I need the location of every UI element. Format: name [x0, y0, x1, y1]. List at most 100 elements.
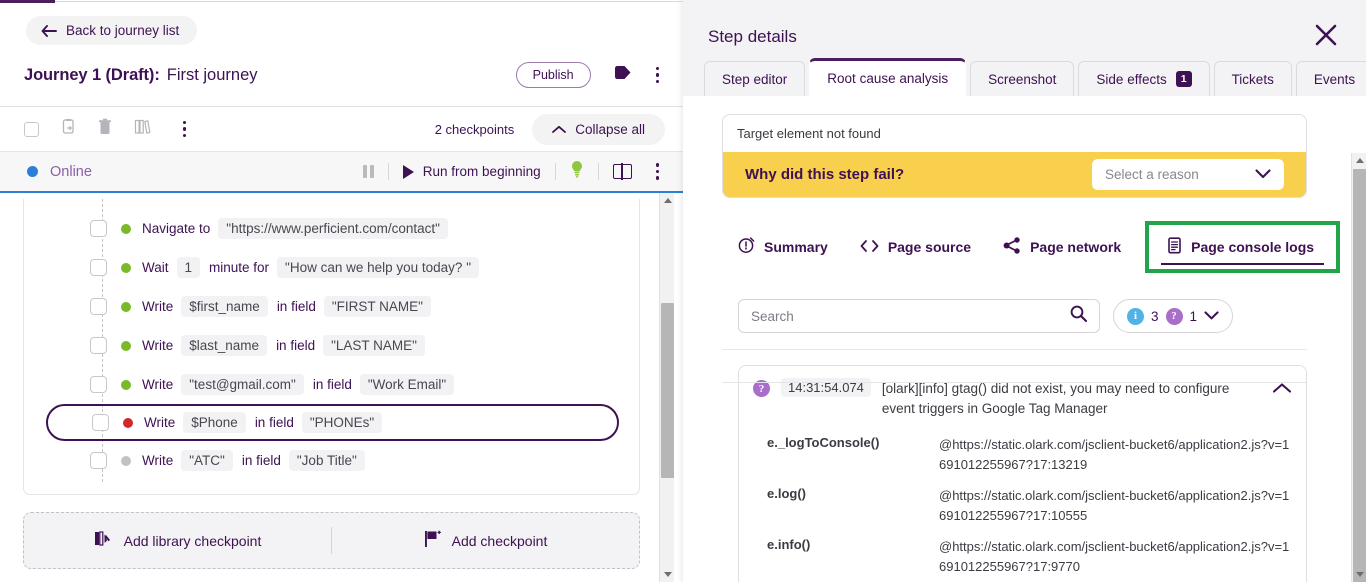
info-count: 3: [1151, 308, 1159, 324]
stack-frame-row: e.info() @https://static.olark.com/jsclie…: [753, 537, 1292, 576]
step-connector-label: in field: [312, 377, 352, 392]
collapse-all-button[interactable]: Collapse all: [532, 113, 665, 145]
publish-button[interactable]: Publish: [515, 62, 591, 88]
search-box[interactable]: [738, 299, 1100, 333]
console-log-entry[interactable]: ? 14:31:54.074 [olark][info] gtag() did no…: [738, 365, 1307, 582]
scroll-down-arrow-icon[interactable]: [660, 567, 675, 582]
scrollbar-thumb[interactable]: [661, 303, 674, 478]
step-value-chip: "test@gmail.com": [181, 374, 304, 395]
delete-icon[interactable]: [98, 118, 112, 140]
tab-side-effects[interactable]: Side effects 1: [1078, 61, 1210, 96]
tab-step-editor[interactable]: Step editor: [704, 61, 806, 96]
scrollbar-thumb[interactable]: [1353, 169, 1366, 582]
library-add-icon: [94, 530, 113, 551]
step-details-panel: Step details Step editor Root cause analy…: [683, 0, 1366, 582]
copy-icon[interactable]: [61, 118, 76, 140]
log-timestamp: 14:31:54.074: [781, 378, 871, 397]
chevron-up-icon[interactable]: [1272, 381, 1292, 399]
tab-tickets[interactable]: Tickets: [1213, 61, 1292, 96]
step-status-dot: [121, 223, 131, 234]
right-panel-scrollbar[interactable]: [1351, 153, 1366, 582]
add-checkpoint-button[interactable]: Add checkpoint: [332, 530, 639, 551]
subtab-page-network[interactable]: Page network: [987, 227, 1137, 267]
checkpoint-more-menu-icon[interactable]: [650, 161, 665, 181]
run-from-beginning-button[interactable]: Run from beginning: [402, 164, 541, 179]
step-action-label: Write: [142, 338, 174, 353]
add-library-checkpoint-label: Add library checkpoint: [123, 532, 262, 549]
add-library-checkpoint-button[interactable]: Add library checkpoint: [24, 530, 331, 551]
subtabs-underline: [722, 382, 1307, 383]
step-checkbox[interactable]: [92, 414, 109, 431]
left-panel-scrollbar[interactable]: [659, 193, 674, 582]
close-icon[interactable]: [1314, 23, 1338, 52]
log-message: [olark][info] gtag() did not exist, you …: [881, 381, 1230, 416]
back-row: Back to journey list: [0, 0, 683, 45]
step-checkbox[interactable]: [90, 298, 107, 315]
info-icon: i: [1127, 307, 1144, 325]
play-icon: [402, 164, 414, 179]
pause-icon[interactable]: [362, 165, 374, 178]
step-value-chip: "ATC": [181, 450, 233, 471]
log-entry-header: ? 14:31:54.074 [olark][info] gtag() did no…: [753, 378, 1292, 418]
tab-root-cause-analysis[interactable]: Root cause analysis: [809, 58, 967, 96]
stack-frame-row: e.log() @https://static.olark.com/jsclien…: [753, 486, 1292, 525]
step-checkbox[interactable]: [90, 220, 107, 237]
tag-icon[interactable]: [613, 64, 632, 86]
step-checkbox[interactable]: [90, 376, 107, 393]
chevron-down-icon[interactable]: [1204, 307, 1219, 325]
checkpoint-count-label: 2 checkpoints: [434, 121, 515, 137]
subtab-page-console-logs[interactable]: Page console logs: [1145, 221, 1341, 273]
step-row[interactable]: Write $Phone in field "PHONEs": [46, 404, 619, 441]
step-row[interactable]: Write $last_name in field "LAST NAME": [24, 326, 639, 365]
step-target-chip: "Job Title": [288, 450, 365, 471]
lightbulb-icon[interactable]: [570, 160, 584, 183]
online-status-dot: [27, 166, 38, 177]
top-accent-strip: [0, 0, 55, 3]
library-icon[interactable]: [134, 118, 151, 140]
scroll-up-arrow-icon[interactable]: [660, 193, 675, 208]
tab-label: Tickets: [1231, 71, 1274, 87]
select-reason-dropdown[interactable]: Select a reason: [1092, 159, 1284, 190]
subtab-label: Page network: [1030, 239, 1122, 255]
log-level-filter[interactable]: i 3 ? 1: [1113, 299, 1234, 333]
stack-frame-url: @https://static.olark.com/jsclient-bucke…: [939, 437, 1290, 472]
step-checkbox[interactable]: [90, 452, 107, 469]
select-all-checkbox[interactable]: [24, 121, 39, 137]
tab-events[interactable]: Events: [1295, 61, 1366, 96]
tab-screenshot[interactable]: Screenshot: [970, 61, 1075, 96]
subtab-page-source[interactable]: Page source: [844, 229, 987, 266]
step-row[interactable]: Write "ATC" in field "Job Title": [24, 441, 639, 480]
step-checkbox[interactable]: [90, 259, 107, 276]
journey-title-row: Journey 1 (Draft): First journey Publish: [0, 45, 683, 93]
stack-frame-url: @https://static.olark.com/jsclient-bucke…: [939, 488, 1290, 523]
step-target-chip: "How can we help you today? ": [277, 257, 479, 278]
scroll-down-arrow-icon[interactable]: [1352, 567, 1366, 582]
journey-name: First journey: [166, 65, 258, 84]
step-row[interactable]: Write $first_name in field "FIRST NAME": [24, 287, 639, 326]
step-row[interactable]: Navigate to "https://www.perficient.com/c…: [24, 209, 639, 248]
back-to-journey-list-button[interactable]: Back to journey list: [26, 16, 198, 45]
step-checkbox[interactable]: [90, 337, 107, 354]
stack-frame-function: e.log(): [767, 486, 806, 502]
subtab-label: Page source: [887, 239, 972, 255]
subtab-label: Summary: [764, 239, 828, 255]
toolbar-more-menu-icon[interactable]: [177, 119, 192, 139]
search-input[interactable]: [751, 308, 1070, 324]
step-row[interactable]: Wait 1 minute for "How can we help you toda…: [24, 248, 639, 287]
journey-title: Journey 1 (Draft):: [24, 65, 160, 84]
split-view-icon[interactable]: [612, 163, 632, 180]
journey-more-menu-icon[interactable]: [650, 65, 665, 85]
step-status-dot: [121, 455, 131, 466]
subtab-summary[interactable]: Summary: [722, 227, 844, 267]
step-connector-label: in field: [241, 453, 281, 468]
search-icon[interactable]: [1070, 305, 1088, 327]
checkpoint-online-bar: Online Run from beginning: [0, 151, 683, 193]
step-details-header: Step details: [683, 0, 1366, 56]
step-row[interactable]: Write "test@gmail.com" in field "Work Email…: [24, 365, 639, 404]
step-action-label: Write: [142, 453, 174, 468]
step-value-chip: 1: [176, 257, 201, 278]
step-action-label: Wait: [142, 260, 169, 275]
step-target-chip: "FIRST NAME": [323, 296, 431, 317]
steps-card: Navigate to "https://www.perficient.com/c…: [23, 199, 640, 495]
scroll-up-arrow-icon[interactable]: [1352, 153, 1366, 168]
